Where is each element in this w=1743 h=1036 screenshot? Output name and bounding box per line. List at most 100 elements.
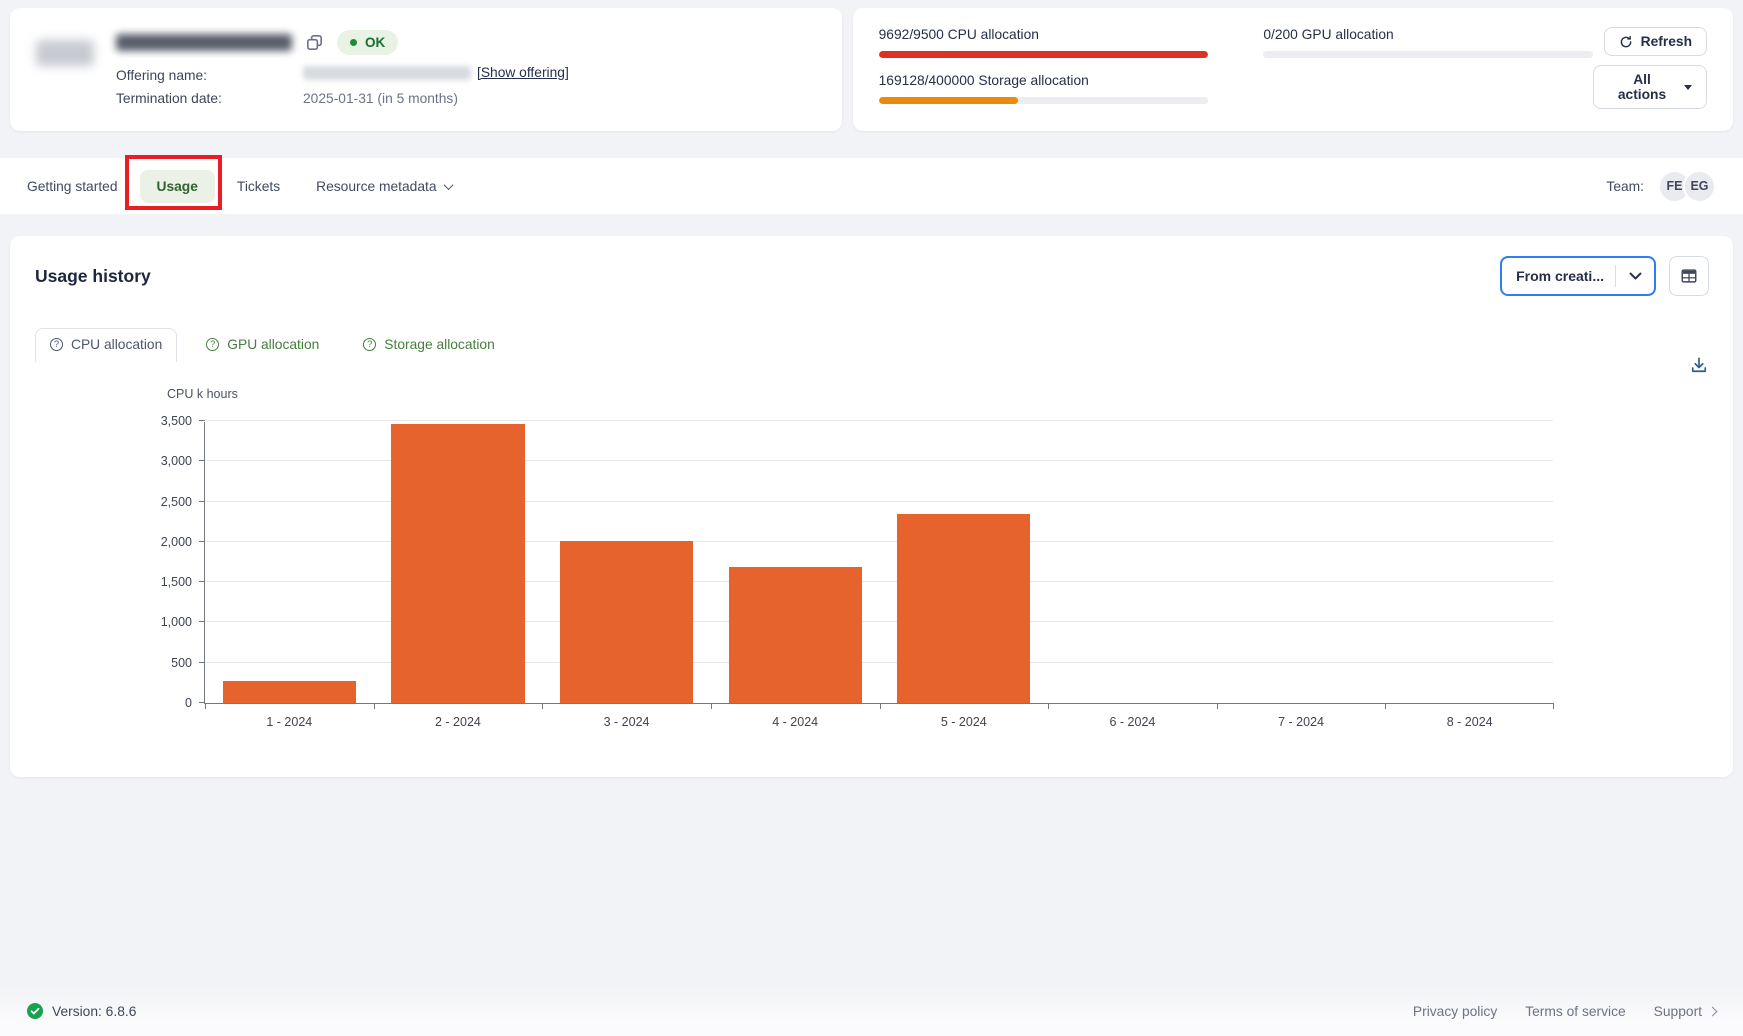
chevron-down-icon — [443, 179, 453, 190]
x-axis-tick-label: 1 - 2024 — [266, 715, 313, 729]
bar-1 - 2024[interactable] — [222, 681, 356, 703]
chart-tab-label: GPU allocation — [227, 337, 320, 352]
bar-chart-plot: 0 500 1,000 1,500 2,000 2,500 3,000 3,500 1 - 20… — [161, 414, 1554, 729]
chevron-down-icon — [1629, 272, 1641, 280]
storage-allocation-block: 169128/400000 Storage allocation — [878, 73, 1209, 104]
termination-date-label: Termination date: — [116, 90, 222, 106]
x-axis-tick-label: 8 - 2024 — [1446, 715, 1493, 729]
x-axis-tickmark — [710, 703, 712, 709]
page: OK Offering name: [Show offering] Termin… — [0, 0, 1743, 1036]
terms-of-service-link[interactable]: Terms of service — [1525, 1004, 1625, 1019]
table-view-button[interactable] — [1669, 256, 1709, 296]
y-axis-tick-label: 2,000 — [160, 534, 192, 549]
chart-tab-gpu-allocation[interactable]: GPU allocation — [191, 328, 334, 362]
x-axis-tick-label: 6 - 2024 — [1109, 715, 1156, 729]
status-dot-icon — [350, 39, 357, 46]
avatar[interactable]: EG — [1683, 169, 1716, 203]
status-badge-label: OK — [365, 35, 386, 50]
support-link[interactable]: Support — [1653, 1003, 1718, 1019]
y-axis-tick-label: 1,500 — [160, 575, 192, 590]
x-axis-tick-label: 3 - 2024 — [603, 715, 650, 729]
usage-history-card: Usage history From creati... ? CPU alloc… — [10, 236, 1733, 777]
refresh-button[interactable]: Refresh — [1603, 27, 1707, 56]
help-circle-icon — [363, 338, 377, 351]
team-avatars: FE EG — [1658, 169, 1716, 203]
status-badge: OK — [337, 30, 399, 55]
tab-resource-metadata-label: Resource metadata — [316, 178, 437, 194]
all-actions-button[interactable]: All actions — [1593, 65, 1707, 109]
resource-info: OK Offering name: [Show offering] Termin… — [116, 30, 816, 109]
resource-logo-redacted — [36, 40, 94, 66]
page-title: Usage history — [35, 265, 151, 286]
download-icon — [1691, 357, 1707, 373]
x-axis-tickmark — [1216, 703, 1218, 709]
bar-4 - 2024[interactable] — [728, 566, 862, 703]
help-circle-icon — [50, 338, 63, 351]
x-axis-tickmark — [542, 703, 544, 709]
caret-down-icon — [1684, 84, 1692, 90]
period-select-value: From creati... — [1516, 268, 1604, 284]
y-axis-tickmark — [199, 540, 205, 542]
bar-5 - 2024[interactable] — [897, 514, 1031, 703]
y-axis-tick-label: 3,000 — [160, 454, 192, 469]
bar-3 - 2024[interactable] — [559, 541, 694, 703]
y-axis-tick-label: 1,000 — [160, 615, 192, 630]
chart-tab-label: Storage allocation — [384, 337, 495, 352]
gpu-allocation-progressbar — [1263, 51, 1594, 58]
bar-2 - 2024[interactable] — [391, 424, 525, 703]
period-select-dropdown[interactable]: From creati... — [1500, 256, 1656, 296]
resource-title-redacted — [116, 34, 292, 51]
x-axis-tick-label: 2 - 2024 — [435, 715, 481, 729]
x-axis-tickmark — [1553, 703, 1554, 709]
check-circle-icon — [27, 1003, 43, 1019]
support-link-label: Support — [1653, 1003, 1702, 1019]
resource-summary-card: OK Offering name: [Show offering] Termin… — [10, 8, 842, 131]
termination-date-value: 2025-01-31 (in 5 months) — [303, 90, 458, 106]
y-axis-tick-label: 0 — [185, 696, 192, 710]
y-axis-tickmark — [199, 621, 205, 623]
tab-tickets[interactable]: Tickets — [237, 179, 280, 194]
copy-icon[interactable] — [305, 33, 324, 52]
refresh-button-label: Refresh — [1640, 34, 1692, 49]
version-label: Version: 6.8.6 — [52, 1003, 137, 1019]
y-axis-tickmark — [199, 581, 205, 583]
x-axis-tickmark — [879, 703, 881, 709]
cpu-allocation-block: 9692/9500 CPU allocation — [878, 27, 1209, 58]
storage-allocation-label: 169128/400000 Storage allocation — [878, 73, 1089, 88]
x-axis-tickmark — [205, 703, 206, 709]
storage-allocation-progress-fill — [878, 97, 1019, 104]
gpu-allocation-label: 0/200 GPU allocation — [1263, 27, 1394, 42]
chart-tab-cpu-allocation[interactable]: CPU allocation — [35, 328, 178, 362]
all-actions-button-label: All actions — [1617, 72, 1667, 102]
privacy-policy-link[interactable]: Privacy policy — [1413, 1004, 1497, 1019]
chevron-right-icon — [1707, 1006, 1718, 1016]
y-axis-tick-label: 3,500 — [160, 414, 192, 428]
y-axis-tickmark — [199, 500, 205, 502]
y-axis-title: CPU k hours — [167, 387, 238, 401]
show-offering-link[interactable]: [Show offering] — [477, 66, 569, 80]
y-axis-tickmark — [199, 420, 205, 421]
resource-tabbar: Getting started Usage Tickets Resource m… — [0, 158, 1743, 214]
top-row: OK Offering name: [Show offering] Termin… — [0, 0, 1743, 131]
offering-name-label: Offering name: — [116, 68, 208, 83]
gridline — [205, 420, 1553, 421]
chart-tab-label: CPU allocation — [71, 337, 163, 352]
x-axis-tick-label: 7 - 2024 — [1278, 715, 1324, 729]
allocations-card: 9692/9500 CPU allocation 169128/400000 S… — [852, 8, 1733, 131]
team-label: Team: — [1606, 178, 1644, 194]
y-axis-tickmark — [199, 661, 205, 663]
y-axis-tick-label: 500 — [171, 655, 192, 670]
x-axis-tick-label: 5 - 2024 — [940, 715, 987, 729]
cpu-allocation-progress-fill — [878, 51, 1209, 58]
tab-usage[interactable]: Usage — [139, 169, 215, 203]
y-axis-tick-label: 2,500 — [160, 494, 192, 509]
chart-tab-storage-allocation[interactable]: Storage allocation — [348, 328, 509, 362]
refresh-icon — [1620, 35, 1631, 47]
tab-getting-started[interactable]: Getting started — [27, 179, 118, 194]
x-axis-tickmark — [373, 703, 375, 709]
download-chart-button[interactable] — [1689, 355, 1709, 378]
cpu-allocation-label: 9692/9500 CPU allocation — [878, 27, 1039, 42]
chart-metric-tabs: CPU allocation GPU allocation Storage al… — [35, 328, 1733, 362]
tab-resource-metadata[interactable]: Resource metadata — [316, 178, 453, 194]
cpu-allocation-progressbar — [878, 51, 1209, 58]
